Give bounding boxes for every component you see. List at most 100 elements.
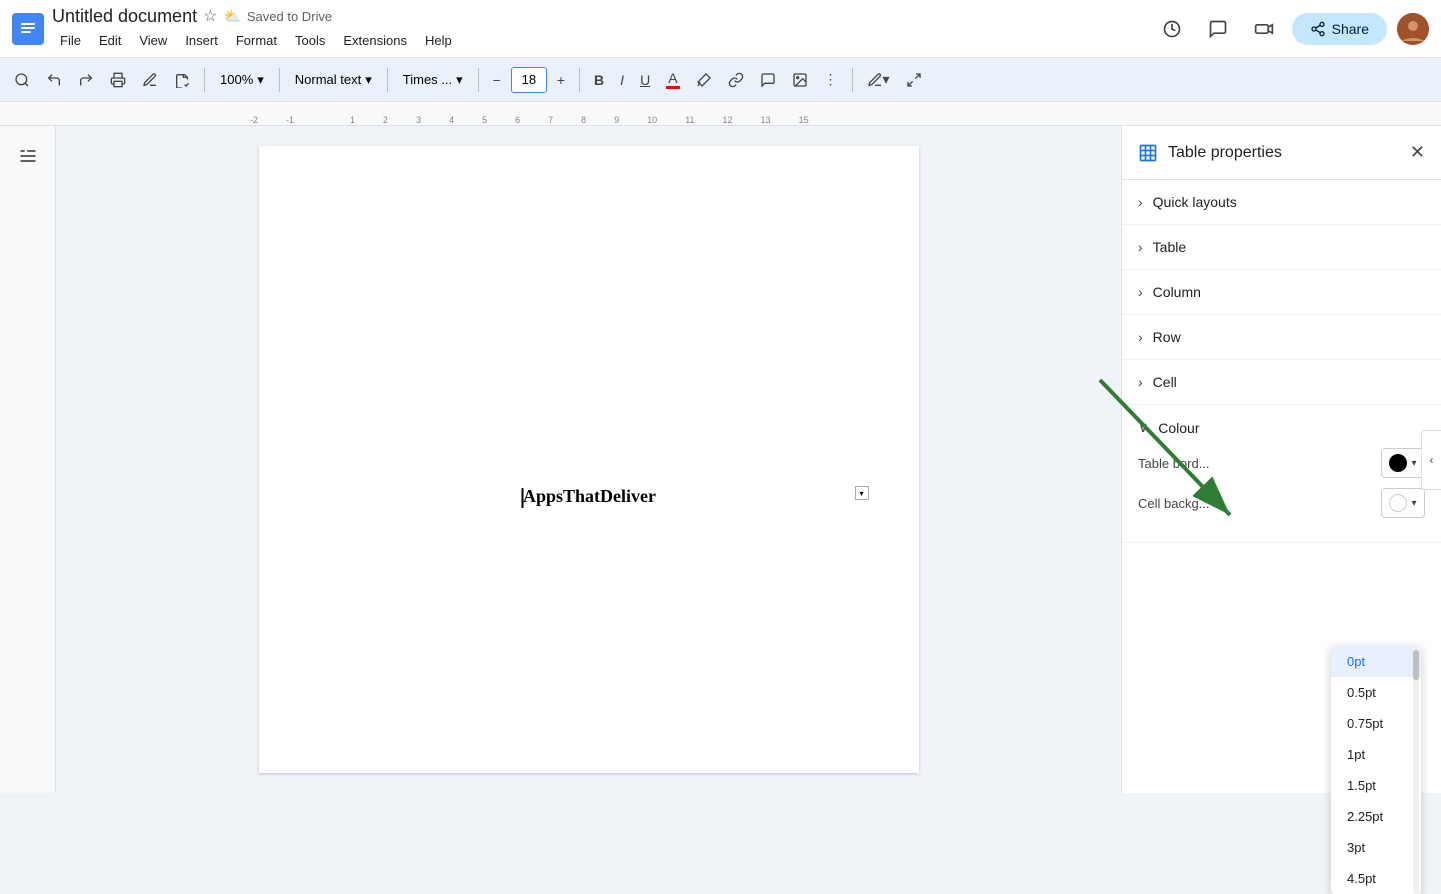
ruler-mark: 8 (581, 115, 586, 125)
undo-btn[interactable] (40, 64, 68, 96)
dropdown-option-225pt[interactable]: 2.25pt (1331, 801, 1421, 832)
share-button[interactable]: Share (1292, 13, 1387, 45)
table-border-label: Table bord... (1138, 456, 1371, 471)
column-section[interactable]: › Column (1122, 270, 1441, 315)
border-color-caret: ▾ (1411, 458, 1416, 469)
zoom-value: 100% (220, 72, 253, 87)
column-label: Column (1153, 284, 1201, 300)
saved-text: Saved to Drive (247, 9, 332, 24)
dropdown-scrollbar[interactable] (1413, 646, 1419, 894)
print-btn[interactable] (104, 64, 132, 96)
history-icon[interactable] (1154, 11, 1190, 47)
zoom-select[interactable]: 100% ▾ (213, 64, 271, 96)
table-properties-panel: Table properties ✕ › Quick layouts › Tab… (1121, 126, 1441, 793)
document-area[interactable]: AppsThatDeliver ▾ (56, 126, 1121, 793)
search-btn[interactable] (8, 64, 36, 96)
menu-format[interactable]: Format (228, 29, 285, 52)
border-width-dropdown: 0pt 0.5pt 0.75pt 1pt 1.5pt 2.25pt 3pt 4.… (1331, 646, 1421, 894)
drive-icon[interactable]: ⛅ (223, 8, 240, 25)
highlight-btn[interactable] (690, 64, 718, 96)
table-resize-handle[interactable]: ▾ (855, 486, 869, 500)
font-size-input[interactable] (511, 67, 547, 93)
comment-btn[interactable] (754, 64, 782, 96)
bold-btn[interactable]: B (588, 64, 610, 96)
colour-header[interactable]: ∨ Colour (1138, 419, 1425, 436)
table-border-row: Table bord... ▾ (1138, 448, 1425, 478)
more-btn[interactable]: ⋮ (818, 64, 844, 96)
outline-icon[interactable] (10, 138, 46, 177)
menu-file[interactable]: File (52, 29, 89, 52)
comments-icon[interactable] (1200, 11, 1236, 47)
italic-btn[interactable]: I (614, 64, 630, 96)
menu-help[interactable]: Help (417, 29, 460, 52)
dropdown-option-45pt[interactable]: 4.5pt (1331, 863, 1421, 894)
topbar-right: Share (1154, 11, 1429, 47)
table-section[interactable]: › Table (1122, 225, 1441, 270)
meet-icon[interactable] (1246, 11, 1282, 47)
menu-insert[interactable]: Insert (177, 29, 226, 52)
ruler-mark: 13 (761, 115, 771, 125)
cell-bg-caret: ▾ (1411, 498, 1416, 509)
divider-2 (279, 68, 280, 92)
redo-btn[interactable] (72, 64, 100, 96)
divider-1 (204, 68, 205, 92)
font-select[interactable]: Times ... ▾ (396, 64, 470, 96)
cell-bg-row: Cell backg... ▾ (1138, 488, 1425, 518)
paint-format-btn[interactable] (168, 64, 196, 96)
doc-title-text[interactable]: Untitled document (52, 6, 197, 27)
bookmark-icon[interactable]: ☆ (203, 6, 217, 26)
dropdown-option-05pt[interactable]: 0.5pt (1331, 677, 1421, 708)
underline-btn[interactable]: U (634, 64, 656, 96)
font-value: Times ... (403, 72, 452, 87)
menu-extensions[interactable]: Extensions (335, 29, 415, 52)
cell-section[interactable]: › Cell (1122, 360, 1441, 405)
panel-close-button[interactable]: ✕ (1410, 142, 1425, 163)
document-page: AppsThatDeliver ▾ (259, 146, 919, 773)
cell-bg-swatch (1389, 494, 1407, 512)
row-chevron: › (1138, 329, 1143, 345)
row-section[interactable]: › Row (1122, 315, 1441, 360)
dropdown-option-15pt[interactable]: 1.5pt (1331, 770, 1421, 801)
menu-tools[interactable]: Tools (287, 29, 333, 52)
collapse-panel-button[interactable]: ‹ (1421, 430, 1441, 490)
topbar: Untitled document ☆ ⛅ Saved to Drive Fil… (0, 0, 1441, 58)
dropdown-option-0pt[interactable]: 0pt (1331, 646, 1421, 677)
font-size-increase[interactable]: + (551, 64, 571, 96)
spellcheck-btn[interactable] (136, 64, 164, 96)
cell-bg-color-btn[interactable]: ▾ (1381, 488, 1425, 518)
column-chevron: › (1138, 284, 1143, 300)
ruler-mark: 15 (799, 115, 809, 125)
ruler: -2 -1 1 2 3 4 5 6 7 8 9 10 11 12 13 15 (0, 102, 1441, 126)
ruler-mark: 3 (416, 115, 421, 125)
ruler-mark: 11 (685, 115, 694, 125)
saved-status: Saved to Drive (247, 9, 332, 24)
border-color-swatch (1389, 454, 1407, 472)
link-btn[interactable] (722, 64, 750, 96)
edit-mode-btn[interactable]: ▾ (861, 64, 896, 96)
share-label: Share (1332, 21, 1369, 37)
table-border-color-btn[interactable]: ▾ (1381, 448, 1425, 478)
dropdown-option-3pt[interactable]: 3pt (1331, 832, 1421, 863)
expand-btn[interactable] (900, 64, 928, 96)
style-caret: ▾ (365, 72, 372, 88)
style-value: Normal text (295, 72, 361, 87)
menu-view[interactable]: View (131, 29, 175, 52)
style-select[interactable]: Normal text ▾ (288, 64, 379, 96)
ruler-mark: 12 (723, 115, 733, 125)
ruler-mark: 10 (647, 115, 657, 125)
dropdown-option-075pt[interactable]: 0.75pt (1331, 708, 1421, 739)
divider-4 (478, 68, 479, 92)
image-btn[interactable] (786, 64, 814, 96)
quick-layouts-section[interactable]: › Quick layouts (1122, 180, 1441, 225)
menu-edit[interactable]: Edit (91, 29, 129, 52)
avatar[interactable] (1397, 13, 1429, 45)
ruler-mark: 7 (548, 115, 553, 125)
font-color-btn[interactable]: A (660, 64, 685, 96)
font-size-decrease[interactable]: − (487, 64, 507, 96)
menu-bar: File Edit View Insert Format Tools Exten… (52, 29, 1146, 52)
cell-label: Cell (1153, 374, 1177, 390)
dropdown-option-1pt[interactable]: 1pt (1331, 739, 1421, 770)
ruler-mark: 2 (383, 115, 388, 125)
ruler-mark: 9 (614, 115, 619, 125)
main-area: AppsThatDeliver ▾ Table properties ✕ › Q… (0, 126, 1441, 793)
